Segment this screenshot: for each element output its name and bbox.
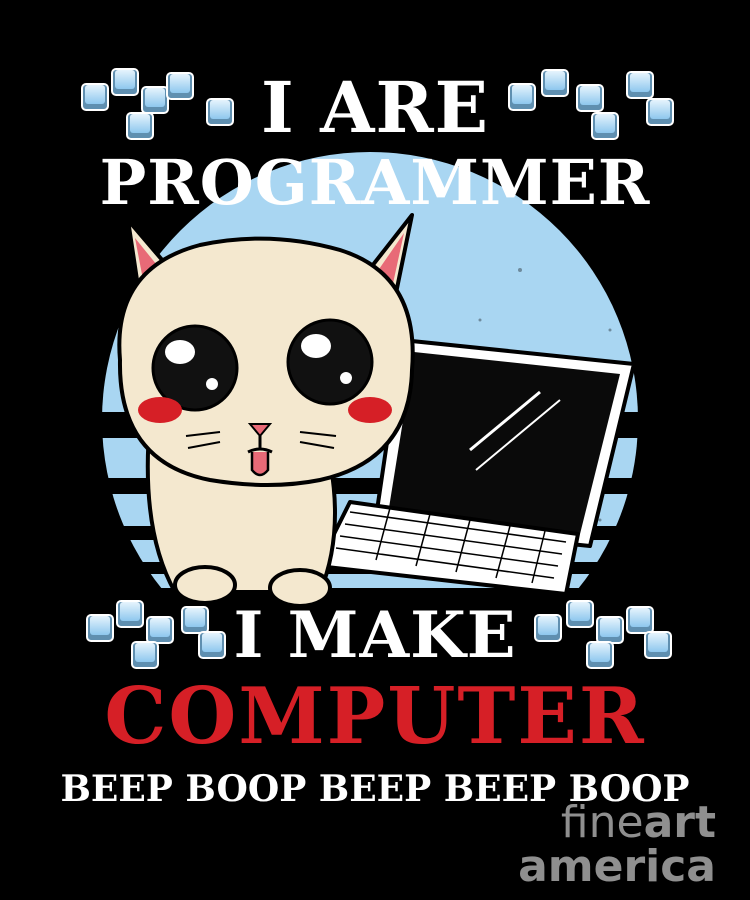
poster-canvas: I ARE PROGRAMMER I MAKE COMPUTER BEEP BO…: [0, 0, 750, 900]
headline-line-2: PROGRAMMER: [99, 146, 651, 219]
headline-line-3: I MAKE: [233, 598, 517, 673]
headline-line-1: I ARE: [261, 66, 489, 149]
headline-line-4: COMPUTER: [104, 671, 646, 762]
watermark-line-2: america: [518, 841, 716, 892]
watermark-line-1: fineart: [561, 800, 716, 846]
